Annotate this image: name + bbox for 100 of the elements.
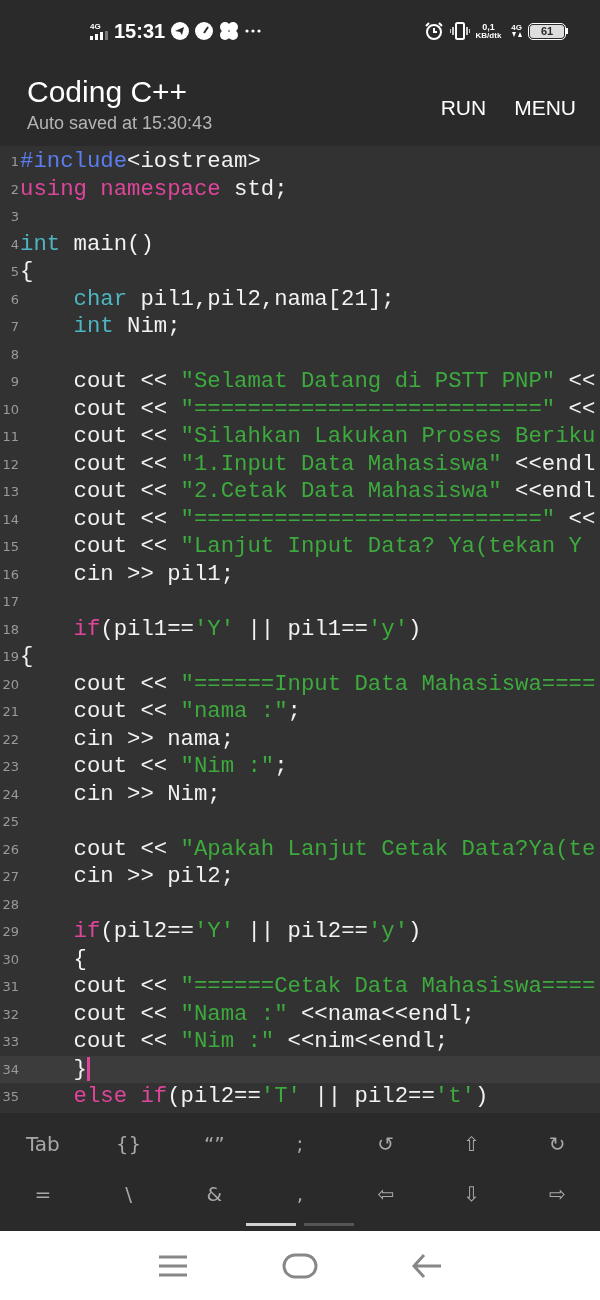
code-line: using namespace std;: [20, 175, 288, 203]
code-line: cout << "======Cetak Data Mahasiswa====: [73, 973, 596, 1001]
code-line: {: [73, 945, 87, 973]
line-number: 28: [1, 895, 20, 914]
code-line: if(pil1=='Y' || pil1=='y'): [73, 615, 422, 643]
extra-key[interactable]: ;: [257, 1119, 343, 1169]
line-number: 19: [1, 648, 20, 666]
network-label: 4G: [511, 24, 522, 32]
line-number: 35: [1, 1088, 20, 1106]
extra-key[interactable]: ⇨: [514, 1169, 600, 1219]
line-number: 25: [1, 813, 20, 831]
line-number: 1: [9, 153, 20, 171]
line-number: 12: [1, 455, 20, 474]
extra-key[interactable]: ⇩: [428, 1169, 515, 1219]
app-title: Coding C++: [27, 74, 189, 110]
extra-key[interactable]: ⇦: [342, 1169, 429, 1219]
code-line: cout << "Selamat Datang di PSTT PNP" <<: [73, 368, 596, 396]
code-line: cout << "nama :";: [73, 698, 301, 726]
more-icon: [245, 29, 262, 33]
line-number: 18: [1, 620, 20, 639]
line-number: 20: [1, 675, 20, 694]
code-line: cout << "======Input Data Mahasiswa====: [73, 670, 596, 698]
line-number: 5: [9, 263, 20, 281]
code-line: cout << "==========================" <<: [73, 505, 596, 533]
line-number: 24: [1, 785, 20, 804]
extra-key[interactable]: &: [171, 1169, 258, 1219]
line-number: 13: [1, 483, 20, 501]
line-number: 16: [1, 565, 20, 584]
code-line: cout << "Nim :";: [73, 753, 288, 781]
code-line: cout << "Lanjut Input Data? Ya(tekan Y: [73, 533, 582, 561]
line-number: 15: [1, 538, 20, 556]
line-number: 2: [9, 180, 20, 199]
code-line: cout << "Silahkan Lakukan Proses Beriku: [73, 423, 596, 451]
code-line: cout << "2.Cetak Data Mahasiswa" <<endl: [73, 478, 596, 506]
extra-key[interactable]: ↺: [342, 1119, 429, 1169]
toolbar-action[interactable]: MENU: [510, 88, 580, 128]
network-label: 4G: [90, 22, 101, 31]
line-number: 8: [9, 345, 20, 364]
home-icon[interactable]: [282, 1252, 318, 1279]
extra-key[interactable]: ,: [257, 1169, 343, 1219]
alarm-icon: [423, 21, 444, 41]
menu-icon[interactable]: [156, 1253, 189, 1278]
line-number: 6: [9, 290, 20, 309]
line-number: 10: [1, 400, 20, 419]
line-number: 31: [1, 978, 20, 996]
send-icon: [171, 22, 190, 40]
text-cursor: [86, 1057, 90, 1082]
battery-icon: 61: [528, 22, 568, 40]
line-number: 7: [9, 318, 20, 336]
line-number: 14: [1, 510, 20, 529]
line-number: 34: [1, 1060, 20, 1079]
code-line: cin >> Nim;: [73, 780, 221, 808]
code-line: cin >> pil2;: [73, 863, 235, 891]
signal-icon: [90, 30, 108, 40]
speed-value: 0,1: [482, 22, 495, 32]
code-line: {: [20, 643, 34, 671]
line-number: 9: [9, 373, 20, 391]
code-line: cout << "Apakah Lanjut Cetak Data?Ya(te: [73, 835, 596, 863]
line-number: 3: [9, 208, 20, 226]
line-number: 33: [1, 1033, 20, 1051]
line-number: 27: [1, 868, 20, 886]
code-line: int Nim;: [73, 313, 181, 341]
code-line: {: [20, 258, 34, 286]
code-line: cin >> pil1;: [73, 560, 235, 588]
code-line: if(pil2=='Y' || pil2=='y'): [73, 918, 422, 946]
code-line: #include<iostream>: [20, 148, 261, 176]
back-icon[interactable]: [411, 1252, 444, 1279]
code-line: char pil1,pil2,nama[21];: [73, 285, 395, 313]
data-arrows-icon: [511, 32, 522, 38]
line-number: 22: [1, 730, 20, 749]
code-line: else if(pil2=='T' || pil2=='t'): [73, 1083, 489, 1111]
extra-key[interactable]: ↻: [514, 1119, 600, 1169]
flower-icon: [219, 21, 240, 41]
code-line: cin >> nama;: [73, 725, 235, 753]
line-number: 4: [9, 235, 20, 254]
code-line: cout << "Nama :" <<nama<<endl;: [73, 1000, 475, 1028]
extra-key[interactable]: Tab: [0, 1119, 86, 1169]
line-number: 32: [1, 1005, 20, 1024]
line-number: 23: [1, 758, 20, 776]
code-line: cout << "==========================" <<: [73, 395, 596, 423]
extra-key[interactable]: {}: [85, 1119, 172, 1169]
extra-key[interactable]: ⇧: [428, 1119, 515, 1169]
line-number: 30: [1, 950, 20, 969]
line-number: 11: [1, 428, 20, 446]
code-line: cout << "Nim :" <<nim<<endl;: [73, 1028, 449, 1056]
extra-key[interactable]: \: [85, 1169, 172, 1219]
code-line: }: [73, 1055, 87, 1083]
line-number: 21: [1, 703, 20, 721]
speed-unit: KB/dtk: [475, 31, 502, 40]
code-line: int main(): [20, 230, 154, 258]
status-time: 15:31: [114, 19, 166, 44]
toolbar-action[interactable]: RUN: [436, 88, 491, 128]
extra-key[interactable]: “”: [171, 1119, 258, 1169]
autosave-label: Auto saved at 15:30:43: [27, 112, 213, 135]
extra-key[interactable]: =: [0, 1169, 86, 1219]
line-number: 26: [1, 840, 20, 859]
vibrate-icon: [449, 22, 470, 40]
line-number: 17: [1, 593, 20, 611]
code-line: cout << "1.Input Data Mahasiswa" <<endl: [73, 450, 596, 478]
gauge-icon: [195, 22, 214, 40]
